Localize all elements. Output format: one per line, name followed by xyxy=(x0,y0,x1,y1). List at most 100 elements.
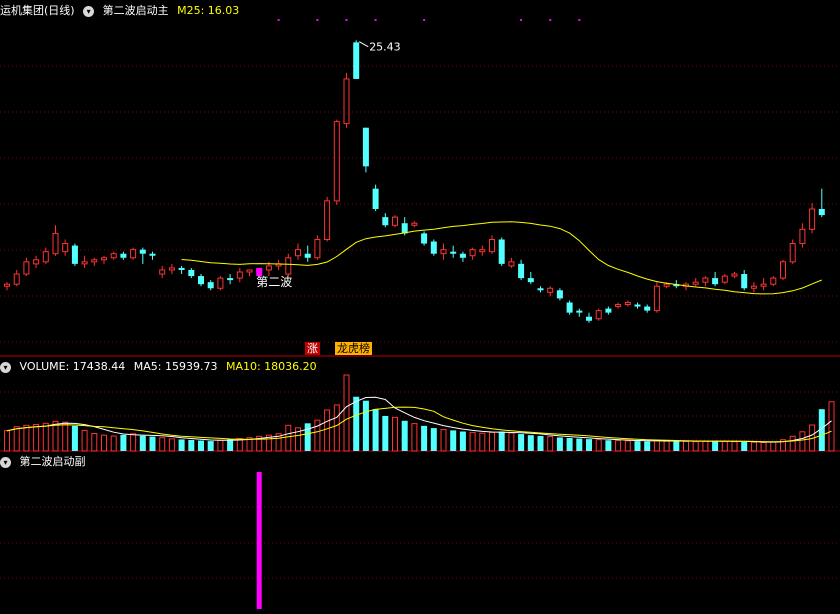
candle-body xyxy=(770,277,777,285)
candle-body xyxy=(246,269,253,273)
sub-indicator-name[interactable]: 第二波启动副 xyxy=(20,455,86,468)
volume-bar xyxy=(227,439,234,451)
volume-bar xyxy=(42,422,49,452)
candle-body xyxy=(508,261,515,267)
stock-chart-window: 25.43 第二波 运机集团(日线) ▾ 第二波启动主 M25: 16.03 涨 … xyxy=(0,0,840,614)
candle-body xyxy=(605,308,612,313)
volume-bar xyxy=(430,428,437,451)
volume-bar xyxy=(372,409,379,451)
candle-body xyxy=(149,253,156,256)
volume-bar xyxy=(62,421,69,452)
candle-body xyxy=(721,275,728,283)
candle-body xyxy=(110,253,117,259)
signal-dot xyxy=(549,19,552,21)
candle-body xyxy=(644,306,651,311)
volume-bar xyxy=(770,441,777,452)
volume-bar xyxy=(4,430,10,452)
volume-bar xyxy=(692,441,699,452)
peak-pointer xyxy=(358,41,369,48)
volume-bar xyxy=(23,424,30,452)
candle-body xyxy=(702,277,709,283)
volume-bar xyxy=(760,442,767,452)
candle-body xyxy=(71,245,78,264)
candle-body xyxy=(750,285,757,289)
dragon-tiger-tag[interactable]: 龙虎榜 xyxy=(335,342,372,355)
volume-bar xyxy=(198,440,204,451)
volume-bar xyxy=(741,441,748,451)
volume-bar xyxy=(508,432,515,452)
volume-bar xyxy=(683,440,689,452)
ma25-value: M25: 16.03 xyxy=(177,4,240,17)
candle-body xyxy=(343,78,350,125)
candle-body xyxy=(799,228,806,245)
candle-body xyxy=(576,310,583,313)
candle-body xyxy=(101,257,107,261)
candle-body xyxy=(4,283,10,287)
volume-bar xyxy=(450,430,457,451)
candle-body xyxy=(91,259,98,263)
signal-dot xyxy=(374,19,377,21)
volume-bar xyxy=(828,401,835,452)
volume-bar xyxy=(731,441,738,452)
candle-body xyxy=(789,243,796,263)
volume-bar xyxy=(634,441,641,451)
candle-body xyxy=(362,127,369,167)
volume-bar xyxy=(624,440,631,452)
stock-title: 运机集团(日线) xyxy=(0,4,75,17)
candle-body xyxy=(731,273,738,277)
signal-dot xyxy=(520,19,523,21)
sub-panel-header: ▾ 第二波启动副 xyxy=(0,453,91,471)
volume-bar xyxy=(498,431,505,451)
candle-body xyxy=(760,283,767,287)
indicator-dropdown-icon[interactable]: ▾ xyxy=(83,5,95,17)
second-wave-signal-bar xyxy=(256,472,262,609)
candle-body xyxy=(139,249,146,254)
volume-bar xyxy=(547,436,554,452)
candle-body xyxy=(556,290,563,299)
volume-bar xyxy=(537,436,544,451)
candle-body xyxy=(450,251,457,254)
candle-body xyxy=(382,217,389,226)
candle-body xyxy=(430,241,437,254)
candle-body xyxy=(62,243,69,253)
candle-body xyxy=(459,253,466,258)
volume-bar xyxy=(702,440,709,452)
candle-body xyxy=(440,249,447,255)
volume-bar xyxy=(130,433,137,452)
volume-bar xyxy=(392,416,398,452)
candle-body xyxy=(353,42,360,79)
volume-bar xyxy=(324,409,331,452)
volume-bar xyxy=(120,434,127,451)
candle-body xyxy=(207,282,214,289)
volume-bar xyxy=(411,423,418,452)
volume-bar xyxy=(159,437,166,452)
candle-body xyxy=(595,310,602,320)
candle-body xyxy=(692,281,699,285)
volume-bar xyxy=(556,437,563,451)
candle-body xyxy=(498,239,505,264)
volume-dropdown-icon[interactable]: ▾ xyxy=(0,361,11,373)
ma5-value: MA5: 15939.73 xyxy=(133,360,218,373)
candle-body xyxy=(392,216,398,226)
volume-bar xyxy=(304,423,311,451)
signal-dot xyxy=(345,19,348,21)
candle-body xyxy=(547,287,554,293)
volume-bar xyxy=(750,441,757,452)
candle-body xyxy=(178,267,185,270)
sub-indicator-dropdown-icon[interactable]: ▾ xyxy=(0,456,11,468)
signal-dot xyxy=(277,19,280,21)
volume-bar xyxy=(362,400,369,451)
candle-body xyxy=(653,285,660,312)
volume-bar xyxy=(615,440,622,452)
volume-bar xyxy=(81,429,88,452)
volume-bar xyxy=(382,415,389,451)
volume-bar xyxy=(527,435,534,451)
main-indicator-name[interactable]: 第二波启动主 xyxy=(103,4,169,17)
volume-bar xyxy=(586,439,592,451)
volume-bar xyxy=(605,440,612,451)
volume-bar xyxy=(799,431,806,452)
volume-bar xyxy=(353,396,360,451)
rise-tag[interactable]: 涨 xyxy=(305,342,320,355)
candle-body xyxy=(527,278,534,283)
volume-bar xyxy=(459,431,466,451)
